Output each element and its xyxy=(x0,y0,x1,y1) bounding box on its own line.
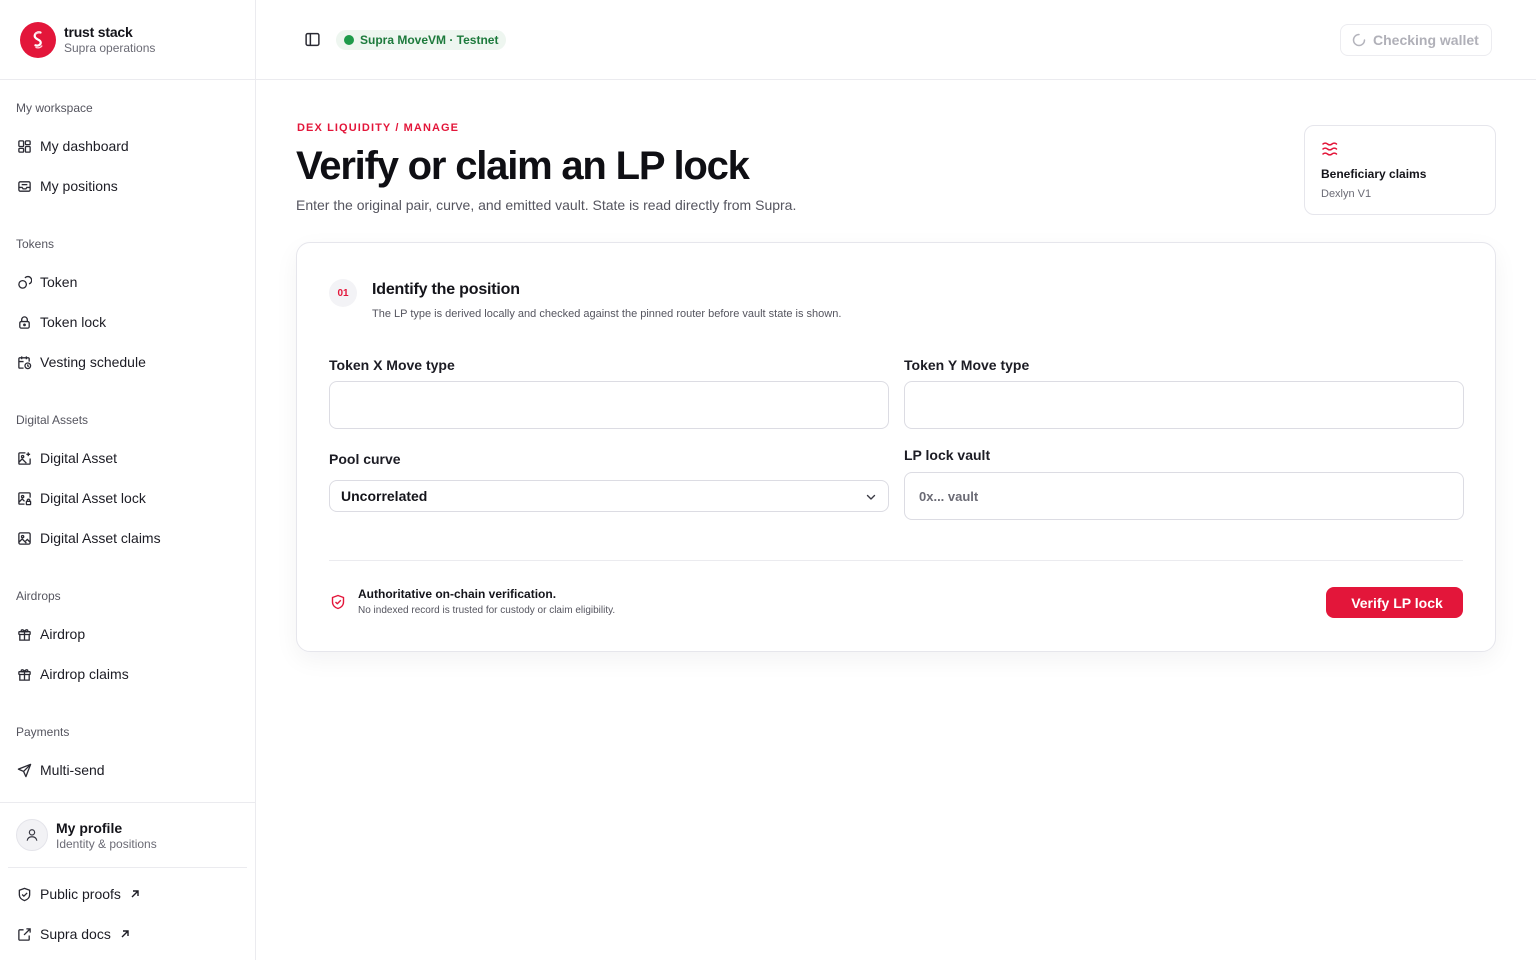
claims-card-title: Beneficiary claims xyxy=(1321,167,1427,181)
sidebar-item-multi-send[interactable]: Multi-send xyxy=(8,752,247,788)
wallet-button[interactable]: Checking wallet xyxy=(1340,24,1492,56)
waves-icon xyxy=(1321,140,1339,158)
profile-link[interactable]: My profile Identity & positions xyxy=(16,819,246,851)
section-label-payments: Payments xyxy=(16,725,70,739)
pool-curve-select[interactable]: Uncorrelated xyxy=(329,480,889,512)
shield-check-icon xyxy=(16,886,32,902)
beneficiary-claims-card[interactable]: Beneficiary claims Dexlyn V1 xyxy=(1304,125,1496,215)
inbox-icon xyxy=(16,178,32,194)
sidebar-item-airdrop[interactable]: Airdrop xyxy=(8,616,247,652)
verify-lp-lock-button[interactable]: Verify LP lock xyxy=(1326,587,1463,618)
sidebar-item-token[interactable]: Token xyxy=(8,264,247,300)
sidebar-item-label: Digital Asset xyxy=(40,450,118,466)
gift-icon xyxy=(16,626,32,642)
sidebar-item-label: Vesting schedule xyxy=(40,354,146,370)
chevron-down-icon xyxy=(864,490,878,504)
image-lock-icon xyxy=(16,490,32,506)
arrow-up-right-icon xyxy=(129,888,141,900)
image-plus-icon xyxy=(16,450,32,466)
divider xyxy=(8,867,247,868)
verification-note-title: Authoritative on-chain verification. xyxy=(358,587,557,601)
token-x-input[interactable] xyxy=(329,381,889,429)
sidebar-item-airdrop-claims[interactable]: Airdrop claims xyxy=(8,656,247,692)
page-description: Enter the original pair, curve, and emit… xyxy=(296,197,797,213)
sidebar-item-label: Digital Asset lock xyxy=(40,490,146,506)
sidebar-item-supra-docs[interactable]: Supra docs xyxy=(8,916,247,952)
network-badge: Supra MoveVM · Testnet xyxy=(336,30,507,50)
brand-logo-icon xyxy=(20,21,56,58)
identify-position-card: 01 Identify the position The LP type is … xyxy=(296,242,1496,652)
pool-curve-value: Uncorrelated xyxy=(341,488,428,504)
sidebar-item-label: Digital Asset claims xyxy=(40,530,161,546)
shield-check-icon xyxy=(330,594,346,610)
sidebar-toggle-icon[interactable] xyxy=(304,31,322,49)
section-label-airdrops: Airdrops xyxy=(16,589,61,603)
arrow-up-right-icon xyxy=(119,928,131,940)
section-label-digital-assets: Digital Assets xyxy=(16,413,89,427)
breadcrumb: DEX LIQUIDITY / MANAGE xyxy=(297,122,460,134)
sidebar-item-label: Supra docs xyxy=(40,926,111,942)
sidebar-item-digital-asset-lock[interactable]: Digital Asset lock xyxy=(8,480,247,516)
step-description: The LP type is derived locally and check… xyxy=(372,308,842,320)
gift-icon xyxy=(16,666,32,682)
sidebar-item-label: Token xyxy=(40,274,78,290)
calendar-clock-icon xyxy=(16,354,32,370)
dashboard-grid-icon xyxy=(16,138,32,154)
loading-spinner-icon xyxy=(1352,33,1366,47)
brand[interactable]: trust stack Supra operations xyxy=(0,0,255,80)
network-status-dot xyxy=(344,35,354,45)
brand-name: trust stack xyxy=(64,24,133,40)
sidebar-item-label: Airdrop xyxy=(40,626,86,642)
send-icon xyxy=(16,762,32,778)
token-y-label: Token Y Move type xyxy=(904,357,1030,373)
sidebar-item-vesting-schedule[interactable]: Vesting schedule xyxy=(8,344,247,380)
wallet-status-label: Checking wallet xyxy=(1373,32,1479,48)
vault-address-input[interactable] xyxy=(904,472,1464,520)
sidebar-item-label: Airdrop claims xyxy=(40,666,129,682)
network-label: Supra MoveVM · Testnet xyxy=(360,33,499,47)
divider xyxy=(329,560,1463,561)
coins-icon xyxy=(16,274,32,290)
profile-name: My profile xyxy=(56,819,123,836)
sidebar-item-label: My positions xyxy=(40,178,118,194)
brand-subtitle: Supra operations xyxy=(64,41,156,55)
sidebar-item-label: Token lock xyxy=(40,314,107,330)
sidebar-item-label: Multi-send xyxy=(40,762,105,778)
sidebar-footer: My profile Identity & positions Public p… xyxy=(0,802,255,942)
sidebar-item-digital-asset-claims[interactable]: Digital Asset claims xyxy=(8,520,247,556)
section-label-my-workspace: My workspace xyxy=(16,101,93,115)
vault-label: LP lock vault xyxy=(904,447,991,463)
sidebar-item-public-proofs[interactable]: Public proofs xyxy=(8,876,247,912)
sidebar: trust stack Supra operations My workspac… xyxy=(0,0,256,960)
step-number-badge: 01 xyxy=(329,279,357,307)
token-y-input[interactable] xyxy=(904,381,1464,429)
sidebar-item-label: My dashboard xyxy=(40,138,129,154)
page-title: Verify or claim an LP lock xyxy=(296,144,750,188)
top-bar: Supra MoveVM · Testnet Checking wallet xyxy=(256,0,1536,80)
external-link-icon xyxy=(16,926,32,942)
section-label-tokens: Tokens xyxy=(16,237,55,251)
sidebar-item-label: Public proofs xyxy=(40,886,121,902)
avatar xyxy=(16,819,48,851)
profile-subtitle: Identity & positions xyxy=(56,836,157,851)
sidebar-item-token-lock[interactable]: Token lock xyxy=(8,304,247,340)
pool-curve-label: Pool curve xyxy=(329,451,401,467)
step-title: Identify the position xyxy=(372,281,520,298)
image-icon xyxy=(16,530,32,546)
sidebar-item-digital-asset[interactable]: Digital Asset xyxy=(8,440,247,476)
user-icon xyxy=(26,829,38,841)
lock-icon xyxy=(16,314,32,330)
verification-note-description: No indexed record is trusted for custody… xyxy=(358,605,616,616)
sidebar-item-my-dashboard[interactable]: My dashboard xyxy=(8,128,247,164)
sidebar-item-my-positions[interactable]: My positions xyxy=(8,168,247,204)
token-x-label: Token X Move type xyxy=(329,357,455,373)
claims-card-subtitle: Dexlyn V1 xyxy=(1321,188,1372,200)
